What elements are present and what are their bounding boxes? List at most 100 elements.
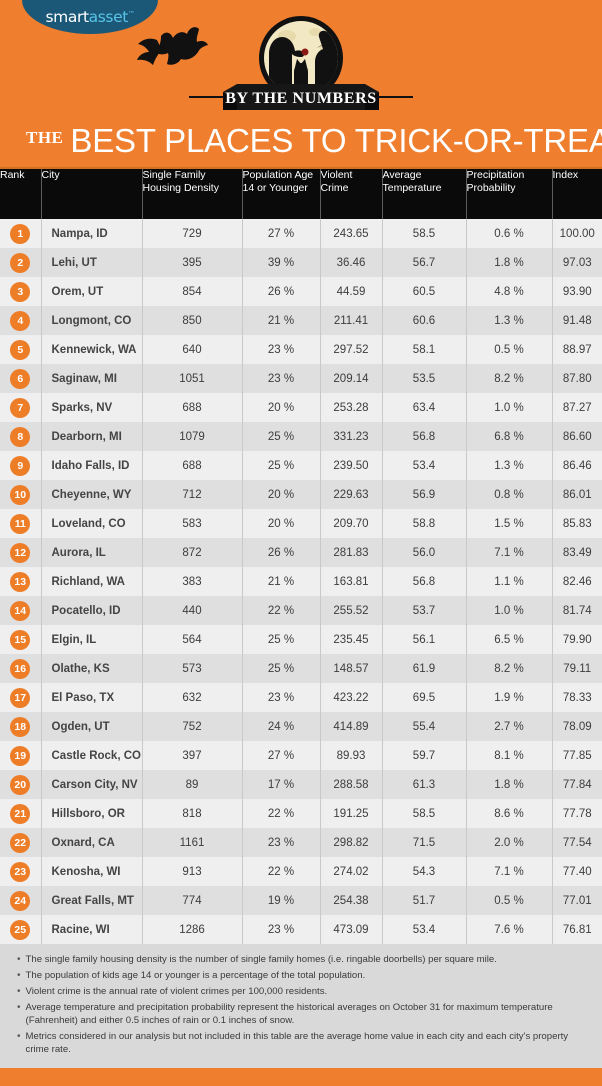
temperature-cell: 61.3 [382, 770, 467, 799]
index-cell: 85.83 [552, 509, 602, 538]
footnote-item: • Metrics considered in our analysis but … [14, 1030, 588, 1056]
precipitation-cell: 0.6 % [466, 219, 553, 248]
precipitation-cell: 8.2 % [466, 364, 553, 393]
column-header-population[interactable]: Population Age 14 or Younger [242, 167, 321, 219]
population-cell: 23 % [242, 364, 321, 393]
density-cell: 688 [142, 393, 243, 422]
index-cell: 87.27 [552, 393, 602, 422]
temperature-cell: 56.0 [382, 538, 467, 567]
city-name-cell: Sparks, NV [41, 393, 143, 422]
density-cell: 564 [142, 625, 243, 654]
footnote-text: Metrics considered in our analysis but n… [25, 1031, 569, 1055]
population-cell: 23 % [242, 828, 321, 857]
violent-crime-cell: 297.52 [320, 335, 383, 364]
table-row: 16 Olathe, KS 573 25 % 148.57 61.9 8.2 % 79.11 [0, 654, 602, 683]
population-cell: 23 % [242, 915, 321, 944]
population-cell: 26 % [242, 538, 321, 567]
population-cell: 19 % [242, 886, 321, 915]
temperature-cell: 71.5 [382, 828, 467, 857]
rank-badge: 5 [10, 339, 31, 360]
rank-cell: 12 [0, 538, 42, 567]
rank-badge: 11 [10, 513, 31, 534]
footnote-text: Violent crime is the annual rate of viol… [25, 986, 328, 997]
index-cell: 77.85 [552, 741, 602, 770]
table-row: 12 Aurora, IL 872 26 % 281.83 56.0 7.1 % 83.49 [0, 538, 602, 567]
population-cell: 22 % [242, 799, 321, 828]
population-cell: 39 % [242, 248, 321, 277]
population-cell: 23 % [242, 683, 321, 712]
density-cell: 688 [142, 451, 243, 480]
density-cell: 640 [142, 335, 243, 364]
rank-cell: 19 [0, 741, 42, 770]
temperature-cell: 60.5 [382, 277, 467, 306]
column-header-violent-crime[interactable]: Violent Crime [320, 167, 383, 219]
column-header-city[interactable]: City [41, 167, 143, 219]
table-row: 8 Dearborn, MI 1079 25 % 331.23 56.8 6.8 % 86.6… [0, 422, 602, 451]
city-name-cell: Carson City, NV [41, 770, 143, 799]
temperature-cell: 55.4 [382, 712, 467, 741]
temperature-cell: 56.8 [382, 422, 467, 451]
density-cell: 573 [142, 654, 243, 683]
index-cell: 77.78 [552, 799, 602, 828]
population-cell: 20 % [242, 480, 321, 509]
rank-cell: 25 [0, 915, 42, 944]
rank-cell: 15 [0, 625, 42, 654]
table-row: 3 Orem, UT 854 26 % 44.59 60.5 4.8 % 93.90 [0, 277, 602, 306]
rank-badge: 3 [10, 281, 31, 302]
city-name-cell: Dearborn, MI [41, 422, 143, 451]
city-name-cell: El Paso, TX [41, 683, 143, 712]
rank-cell: 18 [0, 712, 42, 741]
temperature-cell: 58.5 [382, 219, 467, 248]
table-row: 11 Loveland, CO 583 20 % 209.70 58.8 1.5 % 85.8… [0, 509, 602, 538]
city-name-cell: Cheyenne, WY [41, 480, 143, 509]
index-cell: 77.54 [552, 828, 602, 857]
column-header-precipitation[interactable]: Precipitation Probability [466, 167, 553, 219]
density-cell: 712 [142, 480, 243, 509]
population-cell: 25 % [242, 625, 321, 654]
violent-crime-cell: 229.63 [320, 480, 383, 509]
city-name-cell: Richland, WA [41, 567, 143, 596]
density-cell: 774 [142, 886, 243, 915]
table-header-row: Rank City Single Family Housing Density … [0, 167, 602, 219]
density-cell: 440 [142, 596, 243, 625]
violent-crime-cell: 191.25 [320, 799, 383, 828]
population-cell: 24 % [242, 712, 321, 741]
halloween-emblem: BY THE NUMBERS [0, 10, 602, 118]
rank-badge: 24 [10, 890, 31, 911]
temperature-cell: 60.6 [382, 306, 467, 335]
footnote-item: • Average temperature and precipitation p… [14, 1001, 588, 1027]
table-row: 15 Elgin, IL 564 25 % 235.45 56.1 6.5 % 79.90 [0, 625, 602, 654]
rank-badge: 4 [10, 310, 31, 331]
rank-cell: 7 [0, 393, 42, 422]
bullet-icon: • [17, 986, 21, 997]
rank-badge: 7 [10, 397, 31, 418]
rank-cell: 17 [0, 683, 42, 712]
column-header-temperature[interactable]: Average Temperature [382, 167, 467, 219]
column-header-index[interactable]: Index [552, 167, 602, 219]
bullet-icon: • [17, 954, 21, 965]
violent-crime-cell: 89.93 [320, 741, 383, 770]
title-main: BEST PLACES TO TRICK-OR-TREAT [70, 122, 602, 159]
violent-crime-cell: 148.57 [320, 654, 383, 683]
precipitation-cell: 6.5 % [466, 625, 553, 654]
density-cell: 1079 [142, 422, 243, 451]
title-the: THE [26, 128, 64, 147]
density-cell: 632 [142, 683, 243, 712]
rank-cell: 10 [0, 480, 42, 509]
precipitation-cell: 1.9 % [466, 683, 553, 712]
footnote-item: • Violent crime is the annual rate of vio… [14, 985, 588, 998]
table-header: Rank City Single Family Housing Density … [0, 167, 602, 219]
rank-badge: 12 [10, 542, 31, 563]
city-name-cell: Great Falls, MT [41, 886, 143, 915]
table-body: 1 Nampa, ID 729 27 % 243.65 58.5 0.6 % 100.00 2 L… [0, 219, 602, 944]
column-header-density[interactable]: Single Family Housing Density [142, 167, 243, 219]
emblem-graphic: BY THE NUMBERS [137, 16, 413, 110]
index-cell: 91.48 [552, 306, 602, 335]
table-row: 14 Pocatello, ID 440 22 % 255.52 53.7 1.0 % 81.… [0, 596, 602, 625]
column-header-rank[interactable]: Rank [0, 167, 42, 219]
footnote-text: The population of kids age 14 or younger… [25, 970, 366, 981]
temperature-cell: 58.8 [382, 509, 467, 538]
rank-cell: 11 [0, 509, 42, 538]
population-cell: 25 % [242, 422, 321, 451]
precipitation-cell: 8.1 % [466, 741, 553, 770]
